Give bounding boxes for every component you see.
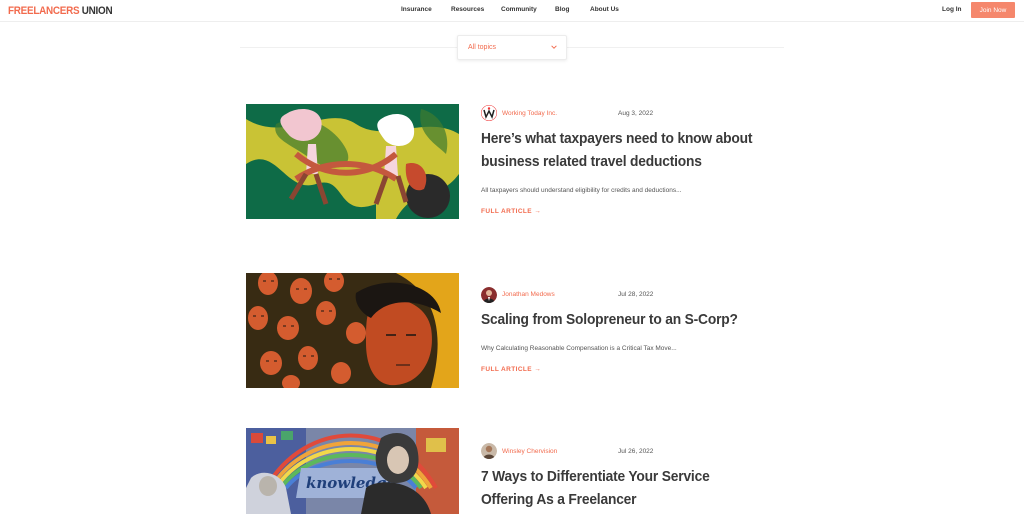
article-image[interactable] (246, 273, 459, 388)
author-name[interactable]: Winsley Chervision (502, 448, 557, 455)
article-excerpt: Why Calculating Reasonable Compensation … (481, 345, 677, 352)
join-now-button[interactable]: Join Now (971, 2, 1015, 18)
article-title[interactable]: Here’s what taxpayers need to know about… (481, 127, 757, 173)
full-article-label: FULL ARTICLE (481, 208, 533, 215)
article-image[interactable]: knowledge (246, 428, 459, 514)
article-excerpt: All taxpayers should understand eligibil… (481, 187, 682, 194)
full-article-link[interactable]: FULL ARTICLE → (481, 366, 541, 373)
arrow-right-icon: → (534, 208, 542, 215)
nav-resources[interactable]: Resources (451, 6, 484, 13)
login-link[interactable]: Log In (942, 6, 962, 13)
author-avatar (481, 105, 497, 121)
full-article-link[interactable]: FULL ARTICLE → (481, 208, 541, 215)
article-card: Working Today Inc. Aug 3, 2022 Here’s wh… (246, 104, 766, 224)
full-article-label: FULL ARTICLE (481, 366, 533, 373)
nav-insurance[interactable]: Insurance (401, 6, 432, 13)
author-name[interactable]: Working Today Inc. (502, 110, 557, 117)
author-name[interactable]: Jonathan Medows (502, 291, 555, 298)
article-date: Jul 26, 2022 (618, 448, 654, 455)
article-image[interactable] (246, 104, 459, 219)
topics-dropdown[interactable]: All topics (457, 35, 567, 60)
arrow-right-icon: → (534, 366, 542, 373)
article-card: Jonathan Medows Jul 28, 2022 Scaling fro… (246, 273, 766, 393)
article-title[interactable]: 7 Ways to Differentiate Your Service Off… (481, 465, 757, 511)
logo-text-freelancers: FREELANCERS (8, 5, 80, 17)
topics-dropdown-label: All topics (468, 44, 497, 51)
nav-about-us[interactable]: About Us (590, 6, 619, 13)
article-title[interactable]: Scaling from Solopreneur to an S-Corp? (481, 308, 757, 331)
site-header: FREELANCERS UNION Insurance Resources Co… (0, 0, 1024, 22)
chevron-down-icon (551, 45, 557, 49)
site-logo[interactable]: FREELANCERS UNION (8, 5, 113, 17)
article-date: Jul 28, 2022 (618, 291, 654, 298)
author-avatar (481, 287, 497, 303)
author-avatar (481, 443, 497, 459)
nav-blog[interactable]: Blog (555, 6, 569, 13)
logo-text-union: UNION (81, 5, 113, 17)
article-date: Aug 3, 2022 (618, 110, 654, 117)
article-card: knowledge Winsley Chervision Jul 26, 202… (246, 428, 766, 514)
nav-community[interactable]: Community (501, 6, 537, 13)
